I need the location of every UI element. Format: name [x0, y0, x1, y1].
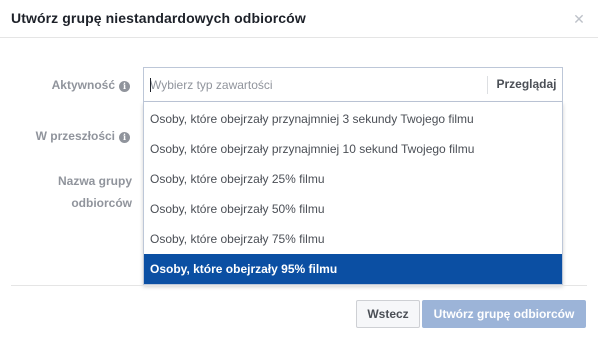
content-type-input[interactable] [150, 68, 480, 101]
dropdown-option-50pct[interactable]: Osoby, które obejrzały 50% filmu [144, 194, 562, 224]
dropdown-option-10s[interactable]: Osoby, które obejrzały przynajmniej 10 s… [144, 134, 562, 164]
content-type-dropdown: Osoby, które obejrzały przynajmniej 3 se… [143, 102, 563, 285]
audience-name-label-line2: odbiorców [71, 196, 132, 210]
browse-button[interactable]: Przeglądaj [494, 68, 559, 101]
text-cursor [150, 78, 151, 92]
info-icon[interactable]: i [119, 81, 130, 92]
dropdown-option-95pct[interactable]: Osoby, które obejrzały 95% filmu [144, 254, 562, 284]
back-button[interactable]: Wstecz [356, 300, 420, 328]
browse-divider [487, 76, 488, 94]
footer-divider [11, 285, 587, 286]
activity-label: Aktywność i [40, 74, 130, 96]
create-custom-audience-dialog: Utwórz grupę niestandardowych odbiorców … [0, 0, 598, 339]
create-audience-button[interactable]: Utwórz grupę odbiorców [422, 300, 586, 328]
audience-name-label-line1: Nazwa grupy [57, 174, 132, 188]
close-icon[interactable]: ✕ [571, 11, 587, 27]
dialog-title: Utwórz grupę niestandardowych odbiorców [11, 10, 306, 26]
dropdown-option-3s[interactable]: Osoby, które obejrzały przynajmniej 3 se… [144, 104, 562, 134]
audience-name-label: Nazwa grupy odbiorców [20, 170, 132, 214]
dropdown-option-75pct[interactable]: Osoby, które obejrzały 75% filmu [144, 224, 562, 254]
dropdown-option-25pct[interactable]: Osoby, które obejrzały 25% filmu [144, 164, 562, 194]
content-type-combobox[interactable]: Przeglądaj [143, 67, 563, 102]
info-icon[interactable]: i [119, 132, 130, 143]
dialog-header: Utwórz grupę niestandardowych odbiorców … [0, 0, 598, 38]
past-label: W przeszłości i [20, 125, 130, 147]
activity-label-text: Aktywność [51, 78, 115, 92]
past-label-text: W przeszłości [35, 129, 115, 143]
